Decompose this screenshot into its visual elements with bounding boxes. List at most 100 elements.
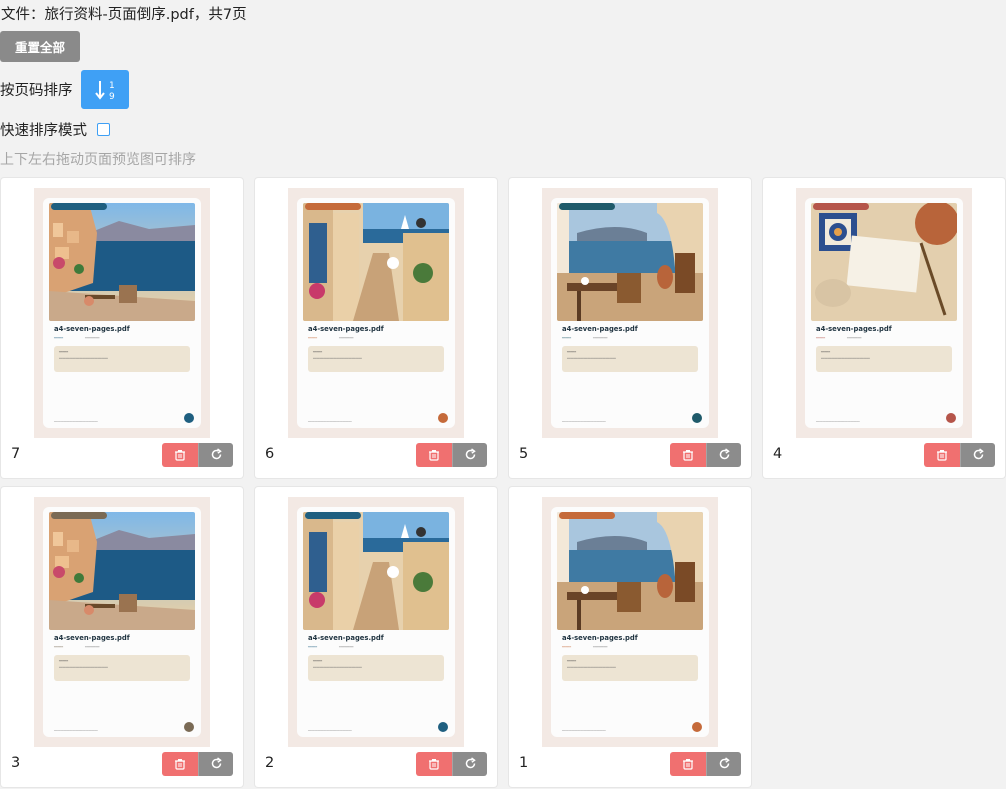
sort-by-page-button[interactable]: 1 9: [80, 70, 129, 109]
page-actions: [416, 752, 487, 776]
page-card[interactable]: a4-seven-pages.pdf ━━━━━ ━━━━━━━━ ━━━━━ ━…: [1, 487, 243, 787]
page-meta-box: ━━━━━ ━━━━━━━━━━━━━━━━━━━━━━━━━━━━━: [308, 655, 444, 681]
page-number: 2: [265, 755, 275, 771]
page-dot: [438, 413, 448, 423]
page-meta-row: ━━━━━ ━━━━━━━━: [308, 645, 354, 649]
page-dot: [438, 722, 448, 732]
rotate-page-button[interactable]: [452, 752, 487, 776]
trash-icon: [428, 446, 440, 465]
page-card[interactable]: a4-seven-pages.pdf ━━━━━ ━━━━━━━━ ━━━━━ ━…: [509, 487, 751, 787]
page-photo: [557, 203, 703, 321]
page-thumbnail[interactable]: a4-seven-pages.pdf ━━━━━ ━━━━━━━━ ━━━━━ ━…: [796, 188, 972, 438]
page-preview: a4-seven-pages.pdf ━━━━━ ━━━━━━━━ ━━━━━ ━…: [43, 507, 201, 737]
page-preview: a4-seven-pages.pdf ━━━━━ ━━━━━━━━ ━━━━━ ━…: [43, 198, 201, 428]
page-photo: [303, 203, 449, 321]
page-photo: [811, 203, 957, 321]
sort-ascending-icon: 1 9: [94, 80, 115, 102]
page-card[interactable]: a4-seven-pages.pdf ━━━━━ ━━━━━━━━ ━━━━━ ━…: [763, 178, 1005, 478]
page-number: 7: [11, 446, 21, 462]
page-preview: a4-seven-pages.pdf ━━━━━ ━━━━━━━━ ━━━━━ ━…: [805, 198, 963, 428]
page-ribbon: [813, 203, 869, 210]
rotate-clockwise-icon: [718, 446, 731, 465]
delete-page-button[interactable]: [670, 443, 706, 467]
fast-sort-checkbox[interactable]: [97, 122, 110, 136]
page-footer: ━━━━━━━━━━━━━━━━━━━━━━━━━━━━: [308, 729, 352, 732]
svg-text:1: 1: [109, 81, 115, 91]
page-actions: [670, 443, 741, 467]
drag-hint: 上下左右拖动页面预览图可排序: [0, 152, 196, 168]
page-dot: [184, 413, 194, 423]
rotate-page-button[interactable]: [452, 443, 487, 467]
delete-page-button[interactable]: [924, 443, 960, 467]
page-meta-box: ━━━━━ ━━━━━━━━━━━━━━━━━━━━━━━━━━━━━: [308, 346, 444, 372]
page-meta-row: ━━━━━ ━━━━━━━━: [54, 645, 100, 649]
rotate-page-button[interactable]: [706, 752, 741, 776]
trash-icon: [428, 755, 440, 774]
page-footer: ━━━━━━━━━━━━━━━━━━━━━━━━━━━━: [562, 420, 606, 423]
page-thumbnail[interactable]: a4-seven-pages.pdf ━━━━━ ━━━━━━━━ ━━━━━ ━…: [288, 497, 464, 747]
page-thumbnail[interactable]: a4-seven-pages.pdf ━━━━━ ━━━━━━━━ ━━━━━ ━…: [34, 497, 210, 747]
trash-icon: [682, 755, 694, 774]
page-preview: a4-seven-pages.pdf ━━━━━ ━━━━━━━━ ━━━━━ ━…: [551, 507, 709, 737]
delete-page-button[interactable]: [162, 443, 198, 467]
rotate-clockwise-icon: [464, 446, 477, 465]
file-title: 文件：旅行资料-页面倒序.pdf，共7页: [1, 7, 247, 23]
page-ribbon: [559, 512, 615, 519]
rotate-clockwise-icon: [718, 755, 731, 774]
page-actions: [670, 752, 741, 776]
rotate-page-button[interactable]: [198, 443, 233, 467]
page-meta-box: ━━━━━ ━━━━━━━━━━━━━━━━━━━━━━━━━━━━━: [54, 655, 190, 681]
reset-all-button[interactable]: 重置全部: [0, 31, 80, 62]
page-number: 3: [11, 755, 21, 771]
page-card[interactable]: a4-seven-pages.pdf ━━━━━ ━━━━━━━━ ━━━━━ ━…: [509, 178, 751, 478]
page-card[interactable]: a4-seven-pages.pdf ━━━━━ ━━━━━━━━ ━━━━━ ━…: [255, 178, 497, 478]
delete-page-button[interactable]: [162, 752, 198, 776]
rotate-page-button[interactable]: [960, 443, 995, 467]
page-photo: [557, 512, 703, 630]
page-dot: [692, 413, 702, 423]
delete-page-button[interactable]: [670, 752, 706, 776]
delete-page-button[interactable]: [416, 752, 452, 776]
rotate-clockwise-icon: [464, 755, 477, 774]
page-number: 5: [519, 446, 529, 462]
page-number: 1: [519, 755, 529, 771]
trash-icon: [174, 755, 186, 774]
page-footer: ━━━━━━━━━━━━━━━━━━━━━━━━━━━━: [54, 420, 98, 423]
page-footer: ━━━━━━━━━━━━━━━━━━━━━━━━━━━━: [54, 729, 98, 732]
page-photo: [49, 512, 195, 630]
page-meta-row: ━━━━━ ━━━━━━━━: [562, 645, 608, 649]
page-card[interactable]: a4-seven-pages.pdf ━━━━━ ━━━━━━━━ ━━━━━ ━…: [1, 178, 243, 478]
doc-name: a4-seven-pages.pdf: [54, 634, 130, 642]
page-thumbnail[interactable]: a4-seven-pages.pdf ━━━━━ ━━━━━━━━ ━━━━━ ━…: [288, 188, 464, 438]
rotate-clockwise-icon: [210, 755, 223, 774]
sort-by-page-label: 按页码排序: [0, 83, 73, 99]
page-meta-box: ━━━━━ ━━━━━━━━━━━━━━━━━━━━━━━━━━━━━: [54, 346, 190, 372]
page-footer: ━━━━━━━━━━━━━━━━━━━━━━━━━━━━: [562, 729, 606, 732]
page-ribbon: [51, 203, 107, 210]
page-ribbon: [305, 203, 361, 210]
rotate-clockwise-icon: [210, 446, 223, 465]
page-photo: [303, 512, 449, 630]
svg-text:9: 9: [109, 92, 115, 102]
page-card[interactable]: a4-seven-pages.pdf ━━━━━ ━━━━━━━━ ━━━━━ ━…: [255, 487, 497, 787]
rotate-page-button[interactable]: [198, 752, 233, 776]
rotate-clockwise-icon: [972, 446, 985, 465]
page-thumbnail[interactable]: a4-seven-pages.pdf ━━━━━ ━━━━━━━━ ━━━━━ ━…: [542, 497, 718, 747]
page-meta-row: ━━━━━ ━━━━━━━━: [562, 336, 608, 340]
doc-name: a4-seven-pages.pdf: [562, 325, 638, 333]
page-meta-row: ━━━━━ ━━━━━━━━: [816, 336, 862, 340]
delete-page-button[interactable]: [416, 443, 452, 467]
page-footer: ━━━━━━━━━━━━━━━━━━━━━━━━━━━━: [816, 420, 860, 423]
doc-name: a4-seven-pages.pdf: [562, 634, 638, 642]
doc-name: a4-seven-pages.pdf: [816, 325, 892, 333]
page-ribbon: [305, 512, 361, 519]
trash-icon: [936, 446, 948, 465]
page-thumbnail[interactable]: a4-seven-pages.pdf ━━━━━ ━━━━━━━━ ━━━━━ ━…: [34, 188, 210, 438]
rotate-page-button[interactable]: [706, 443, 741, 467]
page-footer: ━━━━━━━━━━━━━━━━━━━━━━━━━━━━: [308, 420, 352, 423]
page-thumbnail[interactable]: a4-seven-pages.pdf ━━━━━ ━━━━━━━━ ━━━━━ ━…: [542, 188, 718, 438]
page-actions: [162, 443, 233, 467]
fast-sort-label: 快速排序模式: [0, 122, 87, 139]
page-number: 4: [773, 446, 783, 462]
page-dot: [692, 722, 702, 732]
